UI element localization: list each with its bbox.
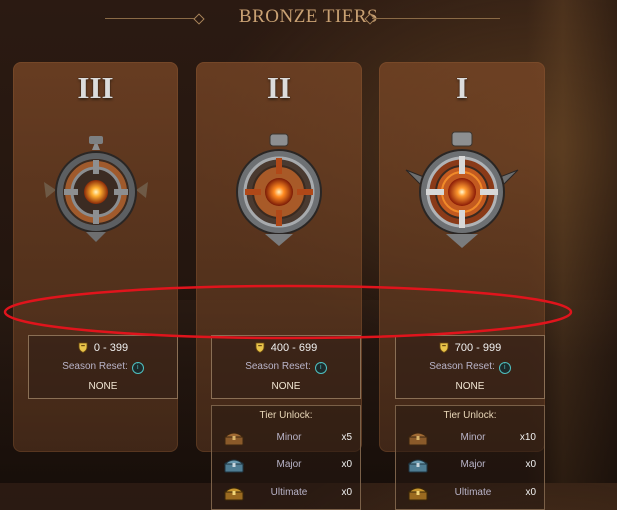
season-reset: Season Reset: i: [396, 361, 544, 374]
reward-row: Major x0: [212, 455, 360, 477]
season-reset-label: Season Reset:: [245, 361, 311, 372]
wooden-chest-icon: [224, 432, 244, 446]
season-reset: Season Reset: i: [29, 361, 177, 374]
silver-emblem-icon: [236, 133, 322, 246]
tier-card-i: I 700 - 999 Season Reset: i NONE Tier Un…: [379, 62, 545, 510]
tier-info-box: 700 - 999 Season Reset: i NONE: [395, 335, 545, 399]
reward-row: Ultimate x0: [212, 483, 360, 505]
info-icon[interactable]: i: [314, 362, 327, 374]
reward-count: x10: [519, 432, 536, 443]
page-title: BRONZE TIERS: [238, 6, 379, 27]
reward-name: Major: [460, 459, 486, 470]
reward-count: x0: [525, 459, 536, 470]
tier-numeral: III: [77, 70, 114, 105]
reward-name: Ultimate: [454, 487, 492, 498]
tier-info-box: 400 - 699 Season Reset: i NONE: [211, 335, 361, 399]
season-reset-value: NONE: [271, 381, 301, 392]
season-reset-label: Season Reset:: [62, 361, 128, 372]
reward-row: Minor x10: [396, 428, 544, 450]
shield-trophy-icon: [78, 342, 88, 353]
shield-trophy-icon: [255, 342, 265, 353]
tier-unlock-title: Tier Unlock:: [443, 410, 497, 421]
tier-info-box: 0 - 399 Season Reset: i NONE: [28, 335, 178, 399]
reward-count: x0: [525, 487, 536, 498]
gold-chest-icon: [224, 487, 244, 501]
season-reset-label: Season Reset:: [429, 361, 495, 372]
gold-chest-icon: [408, 487, 428, 501]
tier-range: 0 - 399: [29, 342, 177, 354]
header: BRONZE TIERS: [0, 0, 617, 34]
tier-card-iii: III 0 - 399 Season Reset: i NONE: [13, 62, 178, 452]
tier-card-ii: II 400 - 699 Season Reset: i NONE Tier U…: [196, 62, 362, 510]
shield-trophy-icon: [439, 342, 449, 353]
reward-row: Ultimate x0: [396, 483, 544, 505]
tier-numeral: II: [266, 70, 292, 105]
reward-name: Major: [276, 459, 302, 470]
tier-range: 700 - 999: [396, 342, 544, 354]
gold-emblem-icon: [405, 131, 519, 248]
tier-numeral: I: [455, 70, 469, 105]
tier-unlock-title: Tier Unlock:: [259, 410, 313, 421]
reward-name: Minor: [276, 432, 302, 443]
info-icon[interactable]: i: [498, 362, 511, 374]
season-reset: Season Reset: i: [212, 361, 360, 374]
tier-unlock-box: Tier Unlock: Minor x10 Major x0 Ultimate…: [395, 405, 545, 510]
reward-name: Minor: [460, 432, 486, 443]
reward-count: x0: [341, 459, 352, 470]
reward-name: Ultimate: [270, 487, 308, 498]
wooden-chest-icon: [408, 432, 428, 446]
tier-unlock-box: Tier Unlock: Minor x5 Major x0 Ultimate …: [211, 405, 361, 510]
blue-chest-icon: [224, 459, 244, 473]
bronze-emblem-icon: [43, 136, 148, 242]
season-reset-value: NONE: [455, 381, 485, 392]
tier-range-text: 700 - 999: [454, 342, 502, 354]
blue-chest-icon: [408, 459, 428, 473]
reward-row: Major x0: [396, 455, 544, 477]
tier-range-text: 400 - 699: [270, 342, 318, 354]
info-icon[interactable]: i: [131, 362, 144, 374]
reward-count: x5: [341, 432, 352, 443]
tier-range: 400 - 699: [212, 342, 360, 354]
tier-range-text: 0 - 399: [93, 342, 129, 354]
season-reset-value: NONE: [88, 381, 118, 392]
reward-row: Minor x5: [212, 428, 360, 450]
title-line-right: [372, 18, 500, 19]
reward-count: x0: [341, 487, 352, 498]
